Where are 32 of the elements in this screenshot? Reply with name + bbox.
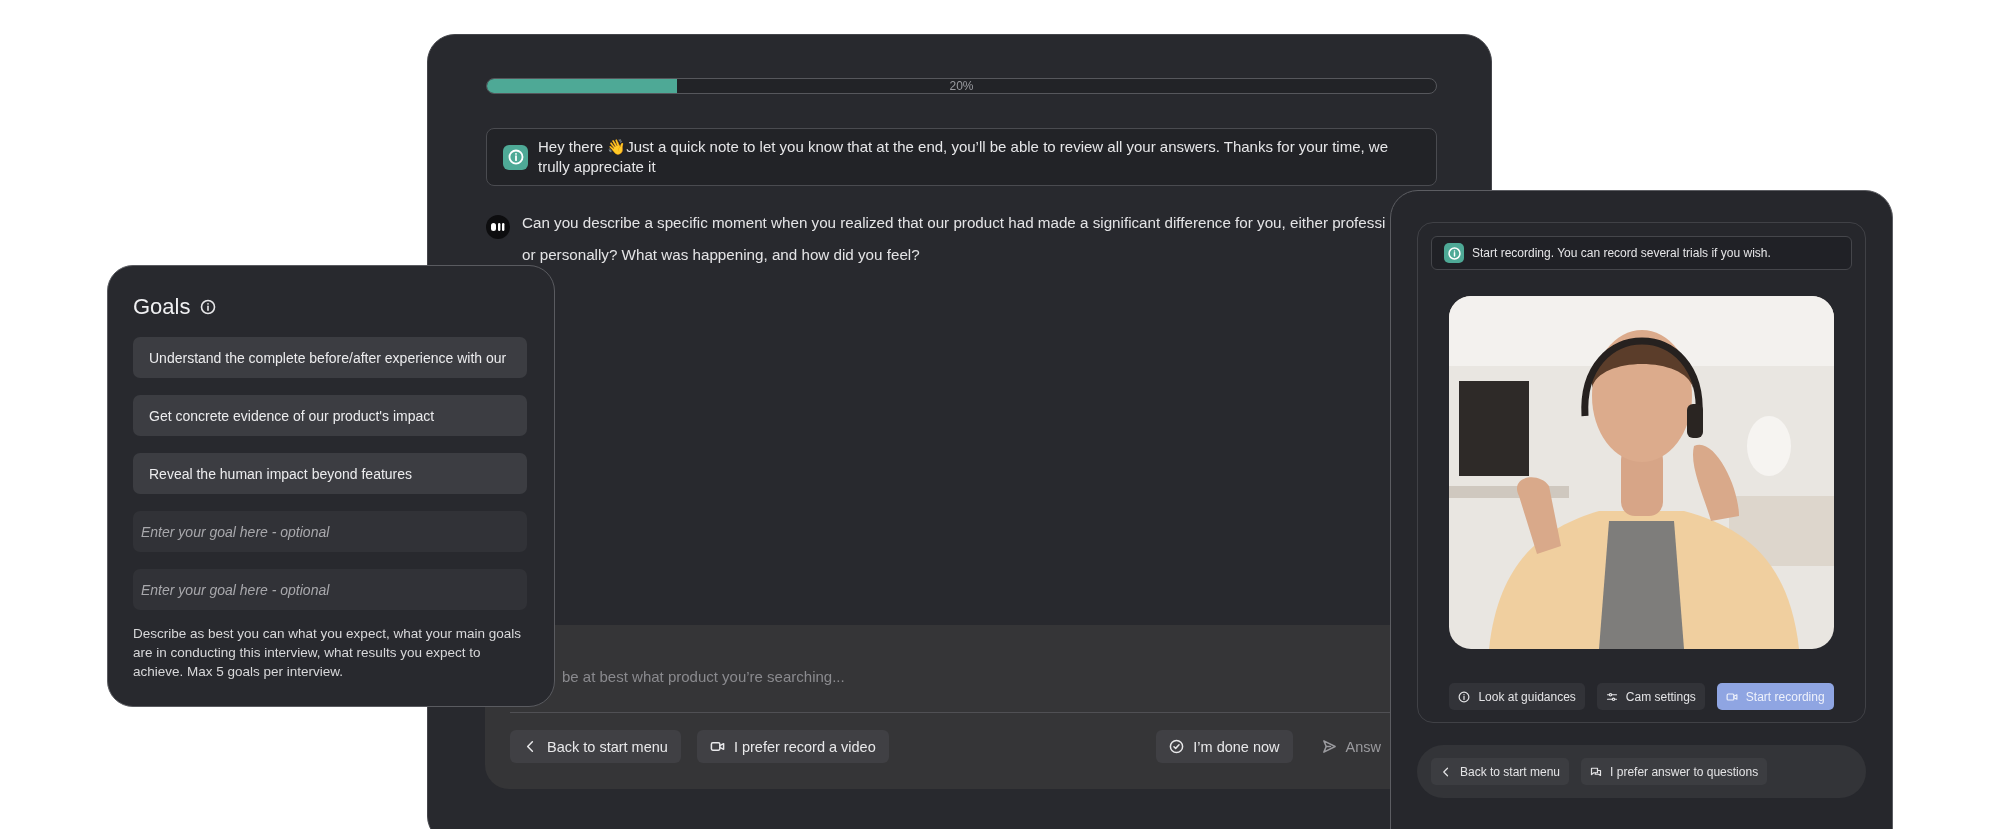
- info-icon[interactable]: [200, 299, 217, 315]
- video-button[interactable]: I prefer record a video: [696, 730, 889, 763]
- info-icon: [1458, 690, 1471, 703]
- goal-field[interactable]: Reveal the human impact beyond features: [133, 453, 527, 494]
- guidance-button[interactable]: Look at guidances: [1449, 683, 1585, 710]
- goals-title: Goals: [133, 294, 191, 320]
- question-text: or personally? What was happening, and how did you feel?: [522, 245, 921, 265]
- notice-text: Start recording. You can record several trials if you wish.: [1472, 246, 1771, 260]
- info-icon: [503, 144, 528, 170]
- progress-label: 20%: [949, 79, 974, 93]
- info-icon: [1444, 243, 1464, 263]
- chat-bubbles-icon: [1590, 765, 1603, 778]
- bars-avatar-icon: [486, 215, 510, 239]
- back-button[interactable]: Back to start menu: [510, 730, 681, 763]
- done-button[interactable]: I’m done now: [1156, 730, 1293, 763]
- goals-description: Describe as best you can what you expect, what your main goals are in conducting this interview, what results you expect to achieve. Max 5 goals per interview.: [133, 625, 522, 681]
- answer-button[interactable]: Answ: [1308, 730, 1381, 763]
- sliders-icon: [1605, 690, 1618, 703]
- answer-questions-button[interactable]: I prefer answer to questions: [1581, 758, 1768, 785]
- question-text: Can you describe a specific moment when you realized that our product had made a significant difference for you, either professi: [522, 213, 1386, 233]
- notice-text: Hey there 👋Just a quick note to let you know that at the end, you’ll be able to review all your answers. Thanks for your time, we trully appreciate it: [538, 137, 1389, 177]
- goal-field[interactable]: Enter your goal here - optional: [133, 569, 527, 610]
- check-circle-icon: [1169, 739, 1185, 754]
- camera-icon: [1725, 690, 1738, 703]
- goal-field[interactable]: Understand the complete before/after experience with our: [133, 337, 527, 378]
- goal-field[interactable]: Enter your goal here - optional: [133, 511, 527, 552]
- send-icon: [1321, 739, 1337, 754]
- cam-settings-button[interactable]: Cam settings: [1596, 683, 1705, 710]
- back-button[interactable]: Back to start menu: [1431, 758, 1570, 785]
- camera-icon: [709, 739, 725, 754]
- goal-field[interactable]: Get concrete evidence of our product's impact: [133, 395, 527, 436]
- answer-input[interactable]: be at best what product you’re searching...: [562, 663, 872, 689]
